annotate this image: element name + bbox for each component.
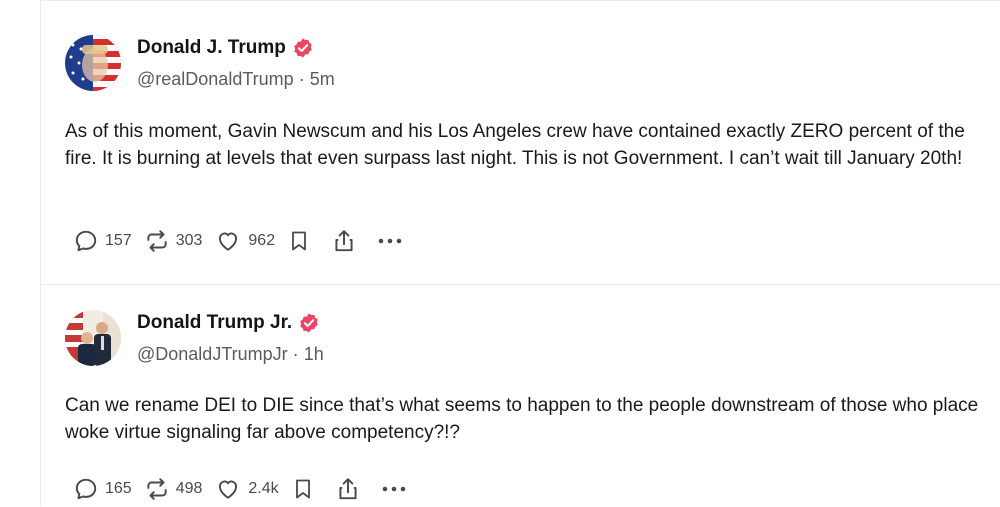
like-count: 2.4k bbox=[248, 480, 279, 497]
more-dots-icon bbox=[378, 238, 402, 244]
bookmark-icon bbox=[295, 479, 310, 499]
like-count: 962 bbox=[248, 232, 276, 249]
avatar[interactable] bbox=[65, 310, 121, 366]
share-icon bbox=[335, 230, 353, 252]
author-row: Donald J. Trump bbox=[137, 37, 314, 59]
reply-button[interactable]: 157 bbox=[73, 228, 132, 254]
repost-arrows-icon bbox=[147, 230, 167, 252]
reply-count: 165 bbox=[105, 480, 132, 497]
post-text: Can we rename DEI to DIE since that’s wh… bbox=[65, 395, 979, 443]
reply-button[interactable]: 165 bbox=[73, 476, 132, 502]
more-dots-icon bbox=[382, 486, 405, 492]
handle-row: @DonaldJTrumpJr · 1h bbox=[137, 344, 324, 365]
bookmark-button[interactable] bbox=[291, 476, 315, 502]
reply-count: 157 bbox=[105, 232, 132, 249]
verified-badge-icon bbox=[292, 37, 314, 59]
repost-button[interactable]: 303 bbox=[144, 228, 203, 254]
bookmark-button[interactable] bbox=[287, 228, 311, 254]
author-handle[interactable]: @DonaldJTrumpJr bbox=[137, 344, 288, 364]
share-icon bbox=[339, 478, 357, 500]
author-row: Donald Trump Jr. bbox=[137, 312, 320, 334]
action-bar: 165 498 2.4k bbox=[73, 474, 427, 504]
more-button[interactable] bbox=[377, 236, 403, 246]
post-time[interactable]: 5m bbox=[310, 69, 335, 89]
like-button[interactable]: 2.4k bbox=[214, 476, 279, 502]
heart-icon bbox=[219, 480, 238, 499]
verified-badge-icon bbox=[298, 312, 320, 334]
share-button[interactable] bbox=[331, 227, 357, 255]
author-name[interactable]: Donald Trump Jr. bbox=[137, 312, 292, 334]
more-button[interactable] bbox=[381, 484, 407, 494]
avatar-image bbox=[65, 35, 121, 91]
repost-count: 303 bbox=[175, 232, 203, 249]
post-text: As of this moment, Gavin Newscum and his… bbox=[65, 121, 965, 169]
repost-button[interactable]: 498 bbox=[144, 476, 203, 502]
repost-count: 498 bbox=[175, 480, 203, 497]
feed: Donald J. Trump @realDonaldTrump · 5m As… bbox=[40, 0, 1000, 506]
action-bar: 157 303 962 bbox=[73, 226, 423, 256]
like-button[interactable]: 962 bbox=[214, 228, 275, 254]
post-card[interactable]: Donald Trump Jr. @DonaldJTrumpJr · 1h Ca… bbox=[41, 286, 1000, 507]
reply-bubble-icon bbox=[75, 230, 97, 252]
author-name[interactable]: Donald J. Trump bbox=[137, 37, 286, 59]
bookmark-icon bbox=[292, 231, 307, 251]
handle-row: @realDonaldTrump · 5m bbox=[137, 69, 335, 90]
post-card[interactable]: Donald J. Trump @realDonaldTrump · 5m As… bbox=[41, 11, 1000, 285]
repost-arrows-icon bbox=[147, 478, 167, 500]
share-button[interactable] bbox=[335, 475, 361, 503]
reply-bubble-icon bbox=[75, 478, 97, 500]
avatar[interactable] bbox=[65, 35, 121, 91]
post-time[interactable]: 1h bbox=[304, 344, 324, 364]
author-handle[interactable]: @realDonaldTrump bbox=[137, 69, 294, 89]
heart-icon bbox=[219, 232, 238, 251]
separator: · bbox=[292, 344, 299, 364]
separator: · bbox=[298, 69, 305, 89]
avatar-image bbox=[65, 310, 121, 366]
